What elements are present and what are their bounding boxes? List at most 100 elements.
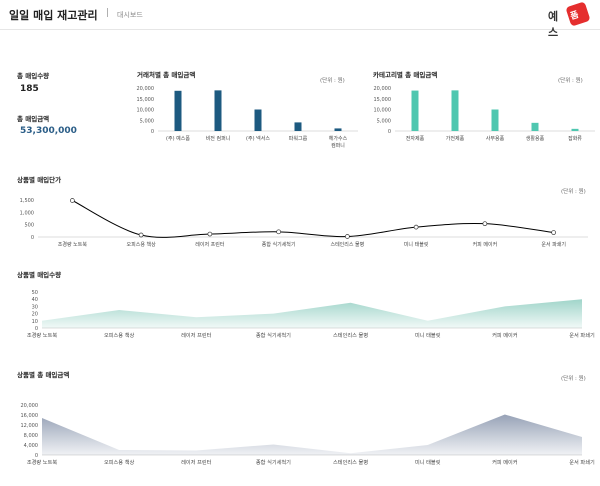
x-tick-label: 커피 메이커	[492, 331, 518, 339]
x-tick-label: 전자제품	[406, 135, 425, 142]
x-tick-label: 오피스용 책상	[104, 331, 135, 339]
x-tick-label: 레이저 프린터	[195, 241, 224, 248]
y-tick-label: 15,000	[137, 97, 155, 103]
title-separator: |	[106, 8, 110, 18]
y-tick-label: 20,000	[137, 86, 155, 92]
x-tick-label: 종합 식기세척기	[262, 241, 296, 248]
y-tick-label: 10	[32, 319, 38, 325]
x-tick-label: 조경량 노트북	[27, 459, 58, 466]
price-chart-title: 상품별 매입단가	[17, 176, 62, 184]
x-tick-label: 오피스용 책상	[104, 458, 135, 466]
y-tick-label: 15,000	[374, 97, 392, 103]
x-tick-label: 운서 파쇄기	[569, 331, 595, 339]
bar	[571, 128, 579, 131]
x-tick-label: 스테인리스 물병	[333, 331, 368, 339]
y-tick-label: 4,000	[24, 443, 38, 449]
x-tick-label: 헤가수스	[329, 135, 348, 142]
x-tick-label: 조경량 노트북	[58, 241, 88, 248]
y-tick-label: 10,000	[137, 108, 155, 114]
bar	[254, 109, 262, 131]
y-tick-label: 40	[32, 297, 38, 303]
price-line-chart: 0 500 1,000 1,500 조경량 노트북 오피스용 책상 레이저 프린터 종합 식기…	[20, 198, 588, 248]
x-tick-label: 스테인리스 물병	[330, 241, 364, 248]
kpi-total-qty-label: 총 매입수량	[17, 72, 50, 80]
category-chart-title: 카테고리별 총 매입금액	[373, 71, 438, 79]
vendor-chart-title: 거래처별 총 매입금액	[137, 71, 196, 79]
y-tick-label: 1,500	[20, 198, 34, 204]
bar	[411, 90, 419, 131]
bar	[491, 109, 499, 131]
x-tick-label: 커피 메이커	[492, 458, 518, 466]
x-tick-label: 잡화류	[568, 135, 582, 142]
breadcrumb[interactable]: 대시보드	[117, 10, 143, 20]
y-tick-label: 500	[24, 223, 34, 229]
x-tick-label: 미니 태블릿	[404, 241, 429, 248]
y-tick-label: 5,000	[140, 118, 154, 124]
x-tick-label: 사무용품	[486, 135, 505, 142]
series-area	[42, 299, 582, 328]
amount-area-chart: 0 4,000 8,000 12,000 16,000 20,000 조경량 노트북 오피스용…	[21, 403, 595, 466]
x-tick-label: 레이저 프린터	[181, 458, 212, 466]
logo-badge-icon: 폼	[565, 1, 591, 27]
x-tick-label: 파워그룹	[289, 135, 308, 142]
amount-chart-unit: (단위 : 원)	[561, 376, 586, 382]
y-tick-label: 20,000	[374, 86, 392, 92]
x-tick-label: 가전제품	[446, 135, 465, 142]
qty-chart-title: 상품별 매입수량	[17, 271, 62, 279]
bar	[451, 90, 459, 131]
data-point	[207, 231, 213, 237]
bar	[214, 90, 222, 131]
y-tick-label: 0	[388, 129, 391, 135]
kpi-total-amount-label: 총 매입금액	[17, 115, 50, 123]
x-tick-label: 스테인리스 물병	[333, 458, 368, 466]
y-tick-label: 8,000	[24, 433, 38, 439]
y-tick-label: 16,000	[21, 413, 39, 419]
x-tick-label: 미니 태블릿	[415, 331, 441, 339]
x-tick-label: 오피스용 책상	[127, 241, 157, 248]
page-title: 일일 매입 재고관리	[9, 9, 98, 22]
category-bar-chart: 0 5,000 10,000 15,000 20,000 전자제품 가전제품 사무용품 생활용품…	[374, 86, 595, 142]
logo-text: 예스	[548, 10, 559, 39]
qty-area-chart: 01020 304050 조경량 노트북 오피스용 책상 레이저 프린터 종합 식기세척기…	[27, 290, 595, 339]
series-area	[42, 414, 582, 455]
data-point	[138, 232, 144, 238]
y-tick-label: 30	[32, 304, 38, 310]
amount-chart-title: 상품별 총 매입금액	[17, 371, 70, 379]
y-tick-label: 12,000	[21, 423, 39, 429]
bar	[174, 90, 182, 131]
x-tick-label: (주) 예스폼	[166, 135, 190, 142]
x-tick-label: 종합 식기세척기	[256, 458, 291, 466]
x-tick-label: 컴퍼니	[331, 142, 345, 149]
y-tick-label: 10,000	[374, 108, 392, 114]
y-tick-label: 0	[31, 235, 34, 241]
y-tick-label: 0	[151, 129, 154, 135]
x-tick-label: 운서 파쇄기	[569, 458, 595, 466]
data-point	[482, 221, 488, 227]
x-tick-label: 커피 메이커	[473, 241, 498, 248]
kpi-total-amount-value: 53,300,000	[20, 126, 77, 136]
bar	[334, 128, 342, 131]
data-point	[413, 224, 419, 230]
y-tick-label: 0	[35, 326, 38, 332]
x-tick-label: (주) 넥서스	[246, 135, 270, 142]
data-point	[345, 234, 350, 239]
y-tick-label: 1,000	[20, 210, 34, 216]
vendor-bar-chart: 0 5,000 10,000 15,000 20,000 (주) 예스폼 비전 컴퍼니 (주)…	[137, 86, 358, 149]
x-tick-label: 조경량 노트북	[27, 332, 58, 339]
x-tick-label: 운서 파쇄기	[541, 241, 566, 248]
x-tick-label: 레이저 프린터	[181, 331, 212, 339]
top-bar: 일일 매입 재고관리 | 대시보드 예스 폼	[0, 0, 600, 39]
x-tick-label: 비전 컴퍼니	[206, 135, 231, 142]
bar	[531, 122, 539, 131]
kpi-total-qty-value: 185	[20, 84, 39, 94]
data-point	[70, 198, 75, 203]
y-tick-label: 20,000	[21, 403, 39, 409]
y-tick-label: 0	[35, 453, 38, 459]
series-line	[72, 200, 554, 238]
x-tick-label: 생활용품	[526, 135, 545, 142]
y-tick-label: 5,000	[377, 118, 391, 124]
x-tick-label: 미니 태블릿	[415, 458, 441, 466]
data-point	[551, 230, 556, 235]
y-tick-label: 20	[32, 312, 38, 318]
data-point	[276, 229, 281, 235]
